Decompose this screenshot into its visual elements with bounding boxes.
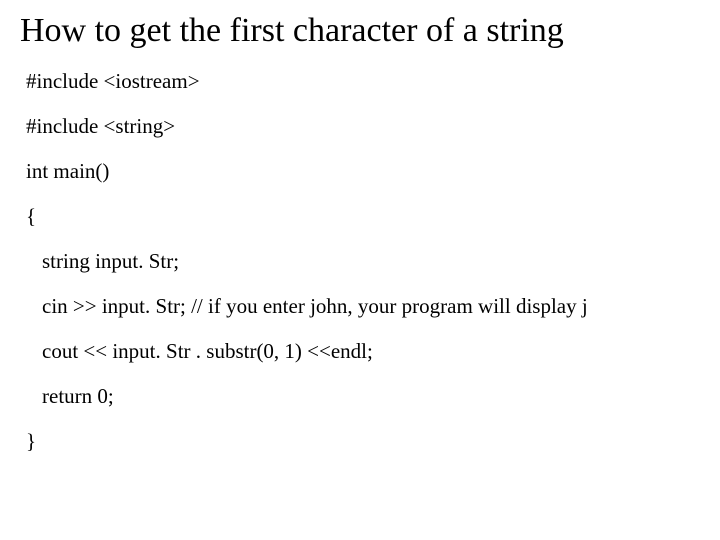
code-line-cout: cout << input. Str . substr(0, 1) <<endl… [20,339,700,364]
slide-title: How to get the first character of a stri… [20,12,700,49]
code-line-open-brace: { [20,204,700,229]
code-line-cin: cin >> input. Str; // if you enter john,… [20,294,700,319]
code-line-return: return 0; [20,384,700,409]
code-line-close-brace: } [20,429,700,454]
code-line-main: int main() [20,159,700,184]
code-line-include-string: #include <string> [20,114,700,139]
slide: How to get the first character of a stri… [0,0,720,454]
code-line-declare: string input. Str; [20,249,700,274]
code-line-include-iostream: #include <iostream> [20,69,700,94]
